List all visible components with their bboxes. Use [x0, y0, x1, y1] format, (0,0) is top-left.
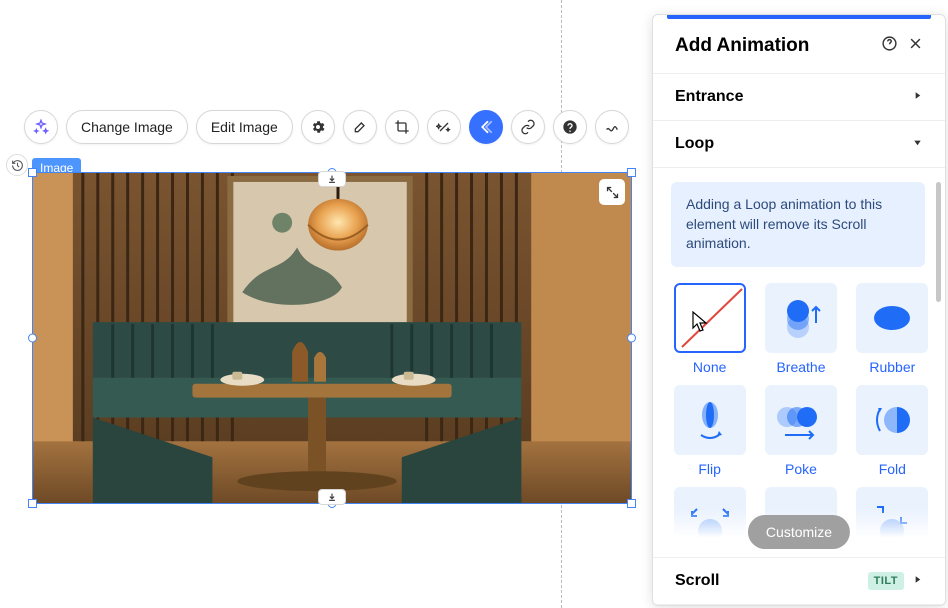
loop-option-label: Rubber [869, 359, 915, 375]
customize-button[interactable]: Customize [748, 515, 850, 549]
edit-image-button[interactable]: Edit Image [196, 110, 293, 144]
loop-warning-note: Adding a Loop animation to this element … [671, 182, 925, 267]
section-scroll[interactable]: Scroll TILT [653, 557, 945, 605]
resize-handle-bl[interactable] [28, 499, 37, 508]
stretch-top-button[interactable] [318, 171, 346, 187]
history-button[interactable] [6, 154, 28, 176]
panel-title: Add Animation [675, 35, 871, 57]
chevron-down-icon [912, 135, 923, 153]
loop-option-label: None [693, 359, 726, 375]
loop-option-label: Flip [698, 461, 721, 477]
ai-sparkle-button[interactable] [24, 110, 58, 144]
brush-button[interactable] [343, 110, 377, 144]
crop-button[interactable] [385, 110, 419, 144]
scroll-badge: TILT [868, 572, 904, 590]
settings-button[interactable] [301, 110, 335, 144]
section-entrance[interactable]: Entrance [653, 73, 945, 120]
loop-option-flip[interactable]: Flip [671, 385, 748, 477]
section-entrance-label: Entrance [675, 88, 912, 106]
loop-option-fold[interactable]: Fold [854, 385, 931, 477]
loop-option-label: Breathe [776, 359, 825, 375]
animation-panel: Add Animation Entrance Loop Adding a Loo… [652, 14, 946, 606]
selected-image[interactable] [32, 172, 632, 504]
magic-wand-button[interactable] [427, 110, 461, 144]
resize-handle-l[interactable] [28, 334, 37, 343]
section-loop[interactable]: Loop [653, 120, 945, 167]
loop-panel-body: Adding a Loop animation to this element … [653, 167, 945, 557]
loop-option-none[interactable]: None [671, 283, 748, 375]
resize-handle-tr[interactable] [627, 168, 636, 177]
loop-option-label: Fold [879, 461, 906, 477]
expand-icon[interactable] [599, 179, 625, 205]
resize-handle-r[interactable] [627, 334, 636, 343]
image-illustration [33, 173, 631, 503]
chevron-right-icon [912, 572, 923, 590]
panel-help-icon[interactable] [881, 35, 898, 57]
link-button[interactable] [511, 110, 545, 144]
section-loop-label: Loop [675, 135, 912, 153]
resize-handle-tl[interactable] [28, 168, 37, 177]
image-toolbar: Change Image Edit Image [24, 110, 629, 144]
stretch-bottom-button[interactable] [318, 489, 346, 505]
loop-option-rubber[interactable]: Rubber [854, 283, 931, 375]
help-button[interactable] [553, 110, 587, 144]
panel-scrollbar[interactable] [936, 182, 941, 543]
close-icon[interactable] [908, 36, 923, 56]
section-scroll-label: Scroll [675, 572, 868, 590]
change-image-button[interactable]: Change Image [66, 110, 188, 144]
chevron-right-icon [912, 88, 923, 106]
loop-option-label: Poke [785, 461, 817, 477]
more-button[interactable] [595, 110, 629, 144]
loop-option-breathe[interactable]: Breathe [762, 283, 839, 375]
resize-handle-br[interactable] [627, 499, 636, 508]
animation-button[interactable] [469, 110, 503, 144]
loop-option-poke[interactable]: Poke [762, 385, 839, 477]
